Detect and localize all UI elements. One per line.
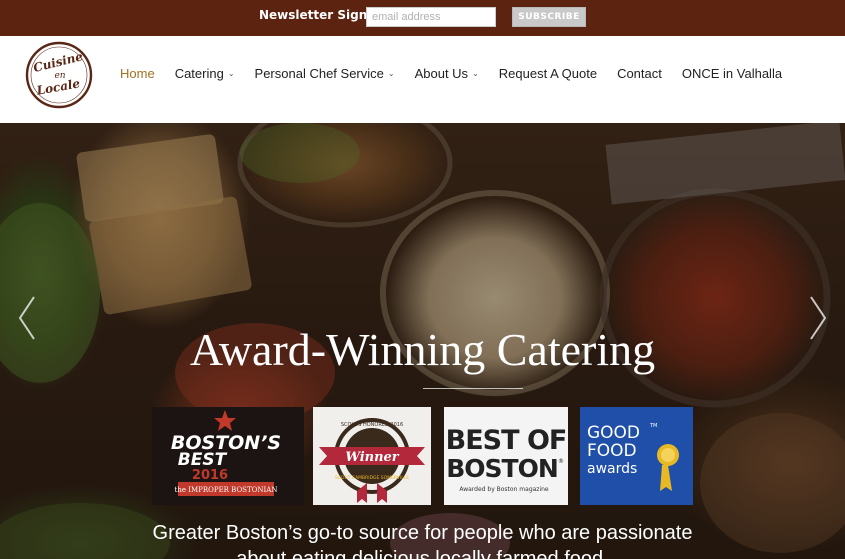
bostons-best-banner: the IMPROPER BOSTONIAN — [175, 486, 278, 494]
site-header: Cuisine en Locale Home Catering ⌄ Persona… — [0, 36, 845, 123]
winner-badge: SCOUTS HONORED 2016 Winner SCOUT CAMBRID… — [313, 407, 431, 505]
best-of-boston-badge: BEST OF BOSTON ® Awarded by Boston magaz… — [444, 407, 568, 505]
hero-divider — [423, 388, 523, 389]
winner-ribbon-top: SCOUTS HONORED 2016 — [341, 422, 403, 428]
best-of-boston-line2: BOSTON — [446, 454, 558, 483]
nav-request-quote-label: Request A Quote — [498, 66, 598, 81]
subscribe-button[interactable]: SUBSCRIBE — [512, 7, 586, 27]
nav-catering-label: Catering — [174, 66, 224, 81]
hero-tagline-line1: Greater Boston’s go-to source for people… — [152, 522, 693, 544]
good-food-tm: TM — [649, 423, 657, 429]
winner-ribbon-bottom: SCOUT CAMBRIDGE SOMERVILLE — [335, 475, 409, 481]
hero-slider: Award-Winning Catering BOSTON’S BEST 201… — [0, 123, 845, 559]
bostons-best-line2: BEST — [178, 450, 228, 470]
bostons-best-badge: BOSTON’S BEST 2016 the IMPROPER BOSTONIA… — [152, 407, 304, 505]
nav-personal-chef-label: Personal Chef Service — [254, 66, 384, 81]
chevron-down-icon: ⌄ — [472, 69, 479, 78]
hero-title: Award-Winning Catering — [189, 324, 656, 375]
best-of-boston-footer: Awarded by Boston magazine — [459, 486, 549, 493]
medal-ribbon — [660, 465, 672, 491]
nav-contact-label: Contact — [617, 66, 662, 81]
logo[interactable]: Cuisine en Locale — [25, 41, 93, 109]
main-nav: Home Catering ⌄ Personal Chef Service ⌄ Ab… — [120, 66, 802, 81]
hero-tagline-line2: about eating delicious locally farmed fo… — [236, 548, 609, 559]
nav-contact[interactable]: Contact — [617, 66, 662, 81]
nav-once-valhalla[interactable]: ONCE in Valhalla — [682, 66, 782, 81]
bostons-best-year: 2016 — [192, 468, 228, 483]
newsletter-bar: Newsletter Signup SUBSCRIBE — [0, 0, 845, 36]
nav-home[interactable]: Home — [120, 66, 155, 81]
newsletter-email-input[interactable] — [366, 7, 496, 27]
good-food-line3: awards — [587, 461, 637, 477]
good-food-line1: GOOD — [587, 423, 640, 443]
hero-tagline: Greater Boston’s go-to source for people… — [0, 520, 845, 559]
nav-request-quote[interactable]: Request A Quote — [499, 66, 597, 81]
nav-once-valhalla-label: ONCE in Valhalla — [681, 66, 783, 81]
good-food-awards-badge: GOOD TM FOOD awards — [580, 407, 693, 505]
nav-about-us-label: About Us — [414, 66, 469, 81]
nav-about-us[interactable]: About Us ⌄ — [415, 66, 479, 81]
nav-home-label: Home — [120, 66, 155, 81]
best-of-boston-reg: ® — [558, 458, 564, 465]
chevron-down-icon: ⌄ — [227, 69, 235, 78]
nav-personal-chef[interactable]: Personal Chef Service ⌄ — [255, 66, 395, 81]
chevron-down-icon: ⌄ — [387, 69, 395, 78]
winner-word: Winner — [345, 450, 399, 465]
best-of-boston-line1: BEST OF — [446, 425, 567, 456]
good-food-line2: FOOD — [587, 441, 637, 461]
nav-catering[interactable]: Catering ⌄ — [175, 66, 235, 81]
